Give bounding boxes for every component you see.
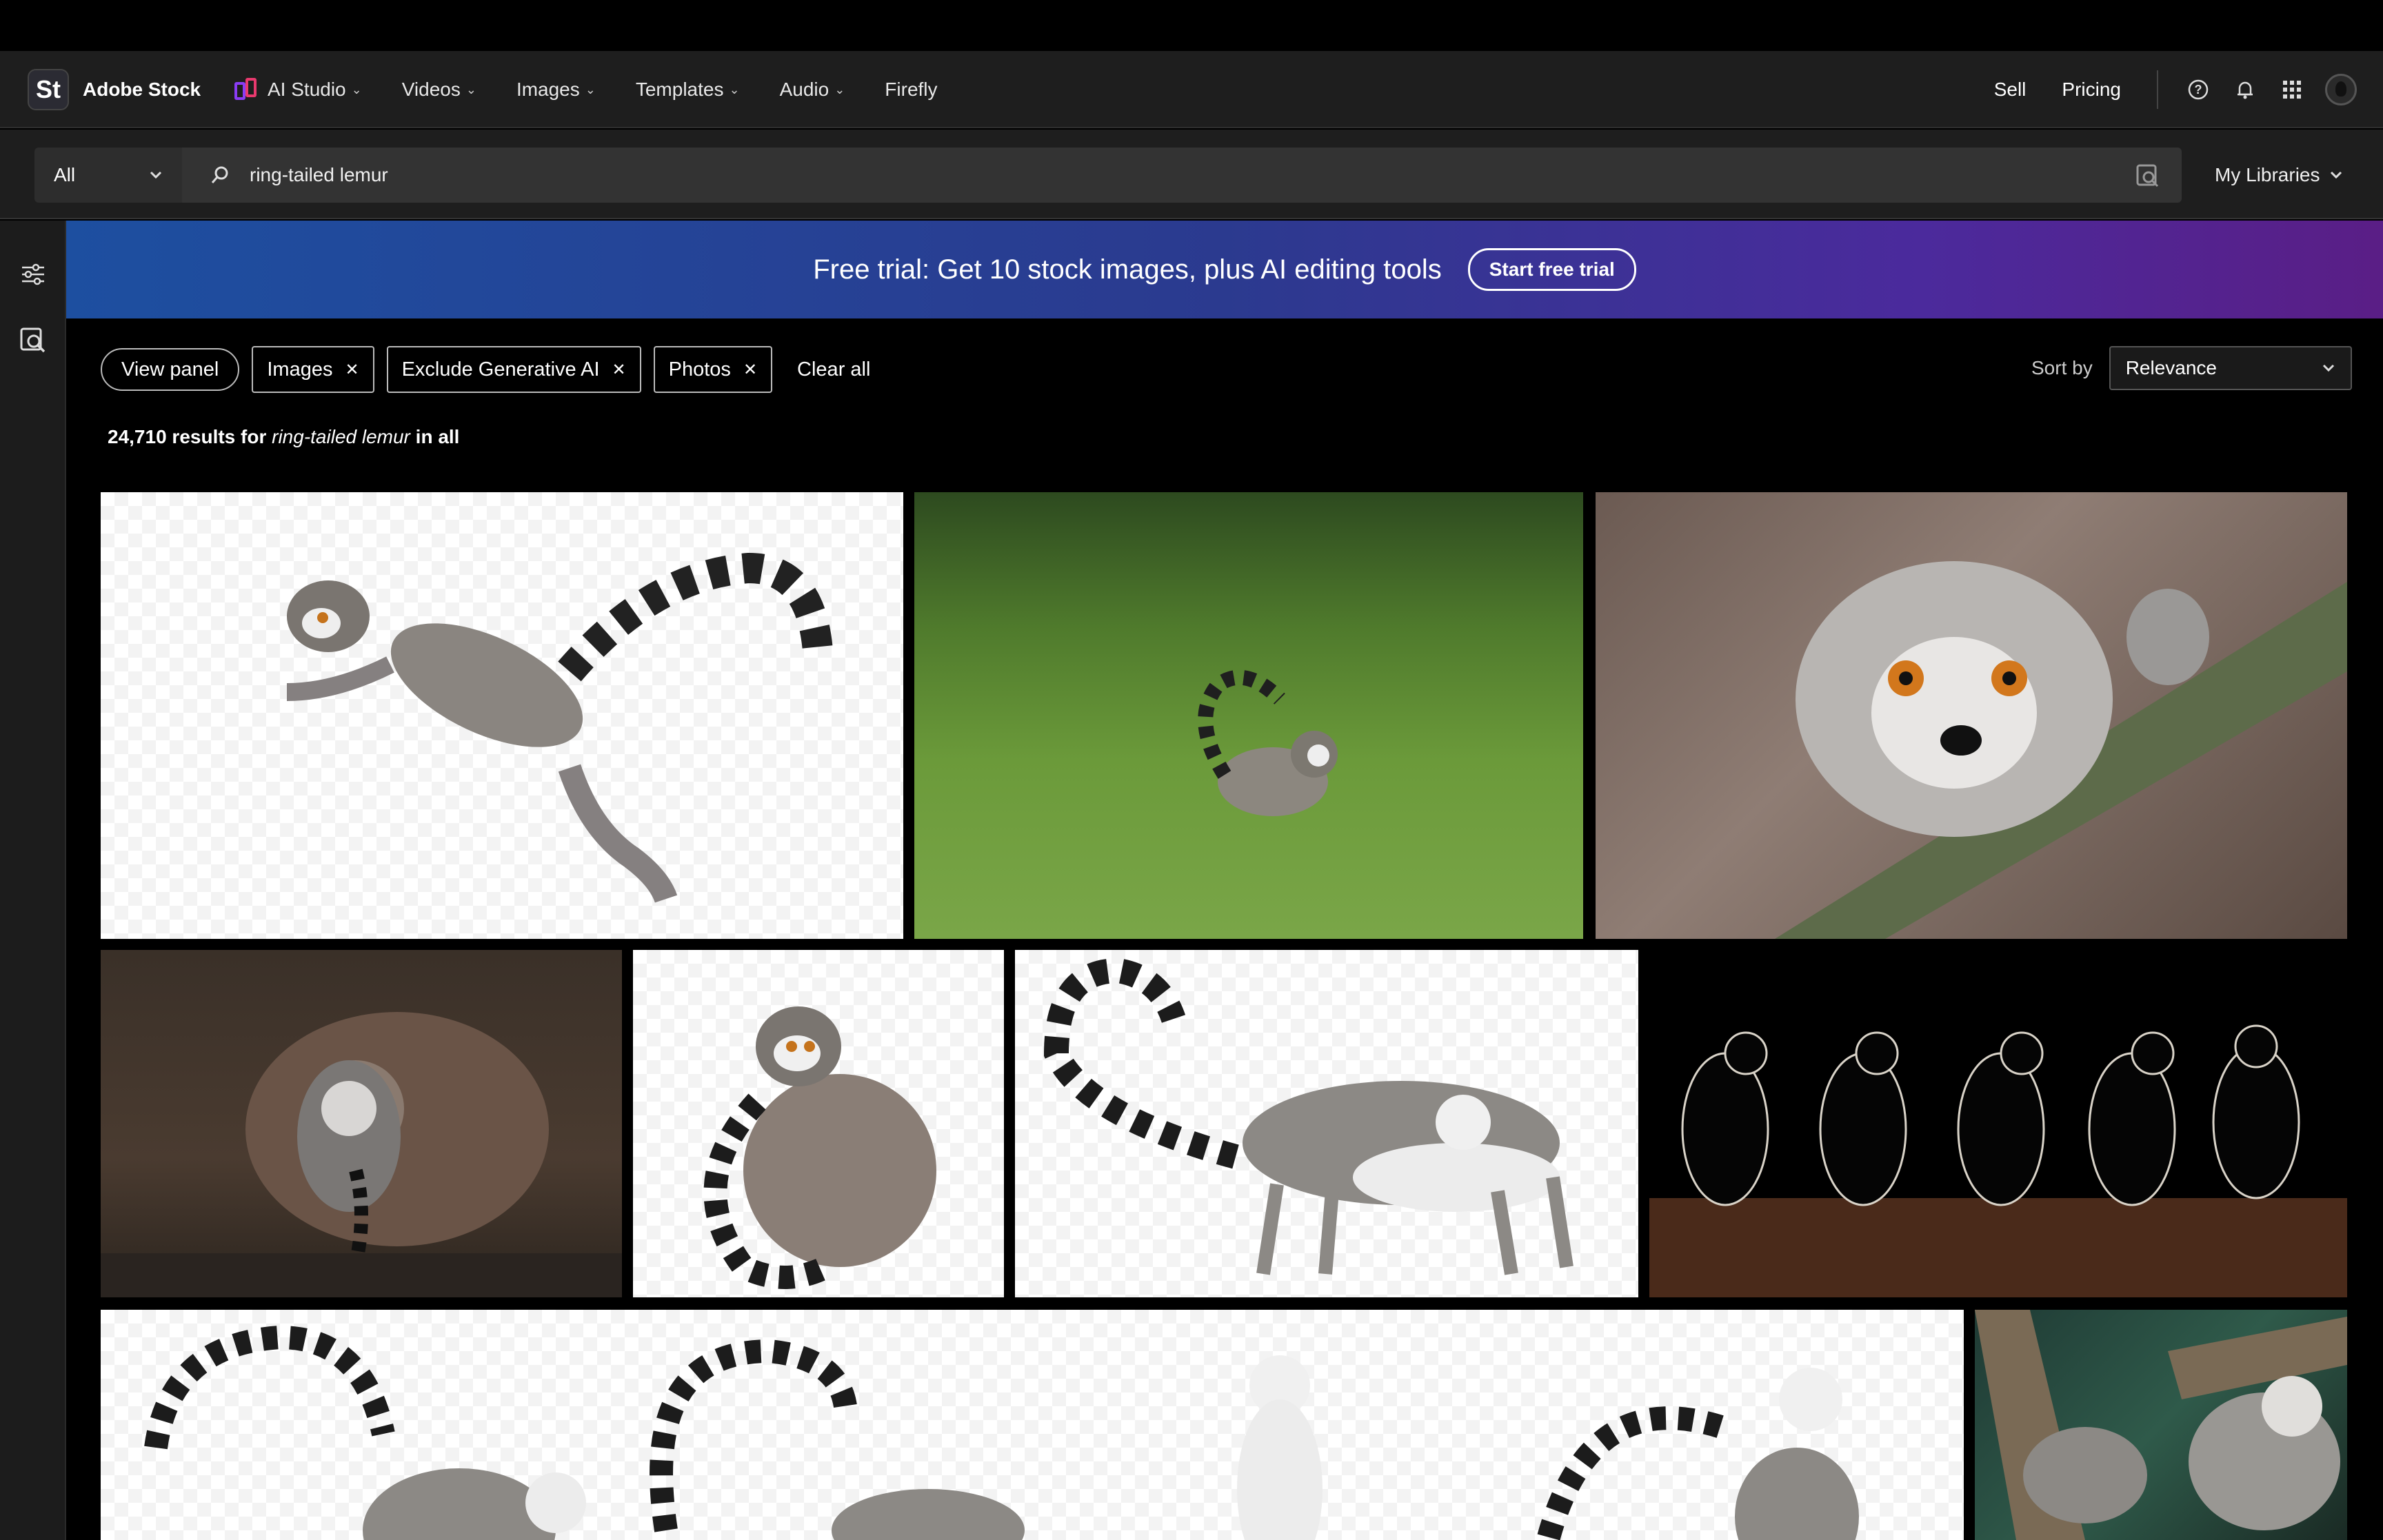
clear-all-link[interactable]: Clear all <box>797 358 870 381</box>
close-icon[interactable]: ✕ <box>612 360 626 380</box>
left-rail <box>0 221 66 1540</box>
search-icon <box>211 166 228 183</box>
sort-select[interactable]: Relevance <box>2109 346 2352 390</box>
image-tile-2[interactable] <box>914 492 1583 939</box>
nav-ai-studio[interactable]: AI Studio ⌄ <box>234 78 362 101</box>
lemur-image <box>101 1012 622 1297</box>
lemur-image <box>1649 1024 2347 1297</box>
lemur-image <box>703 1006 936 1289</box>
free-trial-banner: Free trial: Get 10 stock images, plus AI… <box>66 221 2383 318</box>
chevron-down-icon <box>2322 364 2334 372</box>
search-scope-select[interactable]: All <box>34 148 182 203</box>
brand-name[interactable]: Adobe Stock <box>83 51 201 128</box>
image-tile-3[interactable] <box>1596 492 2347 939</box>
image-tile-7[interactable] <box>1649 950 2347 1297</box>
chevron-down-icon <box>2331 171 2342 179</box>
avatar[interactable] <box>2325 74 2357 105</box>
visual-search-icon[interactable] <box>2135 163 2161 192</box>
apps-grid-icon[interactable] <box>2278 76 2306 103</box>
lemur-image <box>1775 561 2347 939</box>
filter-chip-images[interactable]: Images ✕ <box>252 346 374 393</box>
sell-link[interactable]: Sell <box>1994 79 2027 101</box>
lemur-image <box>1198 669 1338 816</box>
chevron-down-icon: ⌄ <box>351 82 362 97</box>
filter-sliders-icon[interactable] <box>17 258 50 291</box>
filter-bar: View panel Images ✕ Exclude Generative A… <box>101 346 870 393</box>
chevron-down-icon: ⌄ <box>729 82 740 97</box>
chevron-down-icon <box>150 171 162 179</box>
nav-images[interactable]: Images ⌄ <box>516 79 596 101</box>
nav-templates[interactable]: Templates ⌄ <box>636 79 740 101</box>
search-input[interactable] <box>250 164 2042 186</box>
filter-chip-exclude-generative-ai[interactable]: Exclude Generative AI ✕ <box>386 346 641 393</box>
lemur-image <box>144 1325 1859 1540</box>
nav-audio[interactable]: Audio ⌄ <box>780 79 845 101</box>
global-nav: St Adobe Stock AI Studio ⌄ Videos ⌄ Imag… <box>0 51 2383 128</box>
nav-right: Sell Pricing ? <box>1994 51 2383 128</box>
window-top-strip <box>0 0 2383 51</box>
close-icon[interactable]: ✕ <box>345 360 359 380</box>
bell-icon[interactable] <box>2231 76 2259 103</box>
my-libraries-button[interactable]: My Libraries <box>2215 148 2343 203</box>
nav-divider <box>2157 70 2158 109</box>
nav-videos[interactable]: Videos ⌄ <box>402 79 476 101</box>
sort-label: Sort by <box>2031 357 2093 378</box>
image-tile-6[interactable] <box>1015 950 1638 1297</box>
filter-chip-photos[interactable]: Photos ✕ <box>653 346 773 393</box>
primary-nav: AI Studio ⌄ Videos ⌄ Images ⌄ Templates … <box>234 51 938 128</box>
chevron-down-icon: ⌄ <box>465 82 476 97</box>
svg-text:?: ? <box>2195 83 2202 97</box>
chevron-down-icon: ⌄ <box>585 82 596 97</box>
search-field[interactable] <box>182 148 2182 203</box>
nav-firefly[interactable]: Firefly <box>885 79 937 101</box>
pricing-link[interactable]: Pricing <box>2062 79 2121 101</box>
image-tile-5[interactable] <box>633 950 1004 1297</box>
banner-text: Free trial: Get 10 stock images, plus AI… <box>813 254 1442 285</box>
help-icon[interactable]: ? <box>2184 76 2212 103</box>
image-tile-8[interactable] <box>101 1310 1964 1540</box>
image-tile-9[interactable] <box>1975 1310 2347 1540</box>
close-icon[interactable]: ✕ <box>743 360 757 380</box>
image-tile-1[interactable] <box>101 492 903 939</box>
visual-search-rail-icon[interactable] <box>17 324 50 357</box>
search-bar: All My Libraries <box>0 130 2383 219</box>
adobe-stock-logo[interactable]: St <box>28 69 69 110</box>
lemur-image <box>1975 1310 2347 1540</box>
lemur-image <box>286 552 833 904</box>
image-tile-4[interactable] <box>101 950 622 1297</box>
lemur-image <box>1043 958 1573 1275</box>
start-free-trial-button[interactable]: Start free trial <box>1467 248 1636 291</box>
view-panel-button[interactable]: View panel <box>101 348 240 391</box>
results-count: 24,710 results for ring-tailed lemur in … <box>108 426 460 447</box>
ai-studio-icon <box>234 78 259 101</box>
sort-control: Sort by Relevance <box>2031 346 2352 390</box>
chevron-down-icon: ⌄ <box>834 82 845 97</box>
